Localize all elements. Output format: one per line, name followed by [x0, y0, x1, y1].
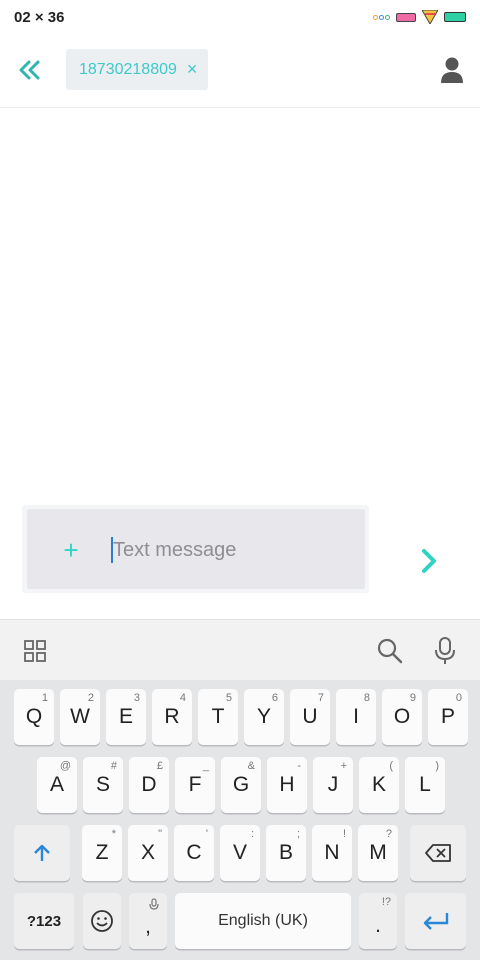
- wifi-icon: [422, 10, 438, 24]
- enter-arrow-icon: [423, 913, 448, 930]
- status-time: 02 × 36: [14, 8, 65, 26]
- key-c[interactable]: C ': [174, 825, 214, 881]
- key-f[interactable]: F _: [175, 757, 215, 813]
- pink-status-icon: [396, 12, 416, 22]
- send-chevron-icon[interactable]: [418, 548, 440, 574]
- key-m[interactable]: M?: [358, 825, 398, 881]
- contact-person-icon[interactable]: [440, 56, 464, 84]
- key-l[interactable]: L): [405, 757, 445, 813]
- back-double-chevron-icon[interactable]: [16, 56, 44, 84]
- key-i[interactable]: I8: [336, 689, 376, 745]
- space-key[interactable]: English (UK): [175, 893, 351, 949]
- status-icons: [373, 10, 466, 24]
- key-p[interactable]: P0: [428, 689, 468, 745]
- shift-arrow-icon: [34, 844, 50, 861]
- key-q[interactable]: Q1: [14, 689, 54, 745]
- enter-key[interactable]: [405, 893, 466, 949]
- voice-hint-icon: [149, 898, 159, 910]
- key-r[interactable]: R4: [152, 689, 192, 745]
- battery-icon: [444, 12, 466, 22]
- key-y[interactable]: Y6: [244, 689, 284, 745]
- key-a[interactable]: A @: [37, 757, 77, 813]
- shift-key[interactable]: [14, 825, 70, 881]
- emoji-smiley-icon: [91, 910, 113, 932]
- attach-plus-button[interactable]: +: [60, 537, 82, 563]
- text-cursor: [111, 537, 113, 563]
- symbols-key[interactable]: ?123: [14, 893, 74, 949]
- key-u[interactable]: U7: [290, 689, 330, 745]
- apps-grid-icon[interactable]: [24, 640, 46, 662]
- remove-recipient-icon[interactable]: ×: [187, 59, 198, 80]
- message-input[interactable]: [110, 534, 350, 566]
- keyboard-toolbar: [0, 619, 480, 680]
- backspace-icon: [425, 844, 451, 862]
- key-x[interactable]: X ": [128, 825, 168, 881]
- status-bar: 02 × 36: [0, 0, 480, 34]
- key-v[interactable]: V:: [220, 825, 260, 881]
- key-w[interactable]: W2: [60, 689, 100, 745]
- key-b[interactable]: B;: [266, 825, 306, 881]
- key-h[interactable]: H-: [267, 757, 307, 813]
- microphone-icon[interactable]: [434, 637, 456, 665]
- emoji-key[interactable]: [83, 893, 121, 949]
- comma-key[interactable]: ,: [129, 893, 167, 949]
- notification-dots-icon: [373, 14, 390, 20]
- key-s[interactable]: S #: [83, 757, 123, 813]
- key-k[interactable]: K(: [359, 757, 399, 813]
- key-o[interactable]: O9: [382, 689, 422, 745]
- key-n[interactable]: N!: [312, 825, 352, 881]
- key-t[interactable]: T5: [198, 689, 238, 745]
- backspace-key[interactable]: [410, 825, 466, 881]
- search-icon[interactable]: [377, 638, 403, 664]
- recipient-number: 18730218809: [79, 60, 177, 78]
- key-z[interactable]: Z *: [82, 825, 122, 881]
- period-key[interactable]: . !?: [359, 893, 397, 949]
- key-e[interactable]: E3: [106, 689, 146, 745]
- key-d[interactable]: D £: [129, 757, 169, 813]
- key-j[interactable]: J +: [313, 757, 353, 813]
- keyboard: Q1 W2 E3 R4 T5 Y6 U7 I8 O9 P0 A @ S # D £ F…: [0, 680, 480, 960]
- key-g[interactable]: G &: [221, 757, 261, 813]
- recipient-chip[interactable]: 18730218809 ×: [66, 49, 208, 90]
- conversation-header: 18730218809 ×: [0, 34, 480, 108]
